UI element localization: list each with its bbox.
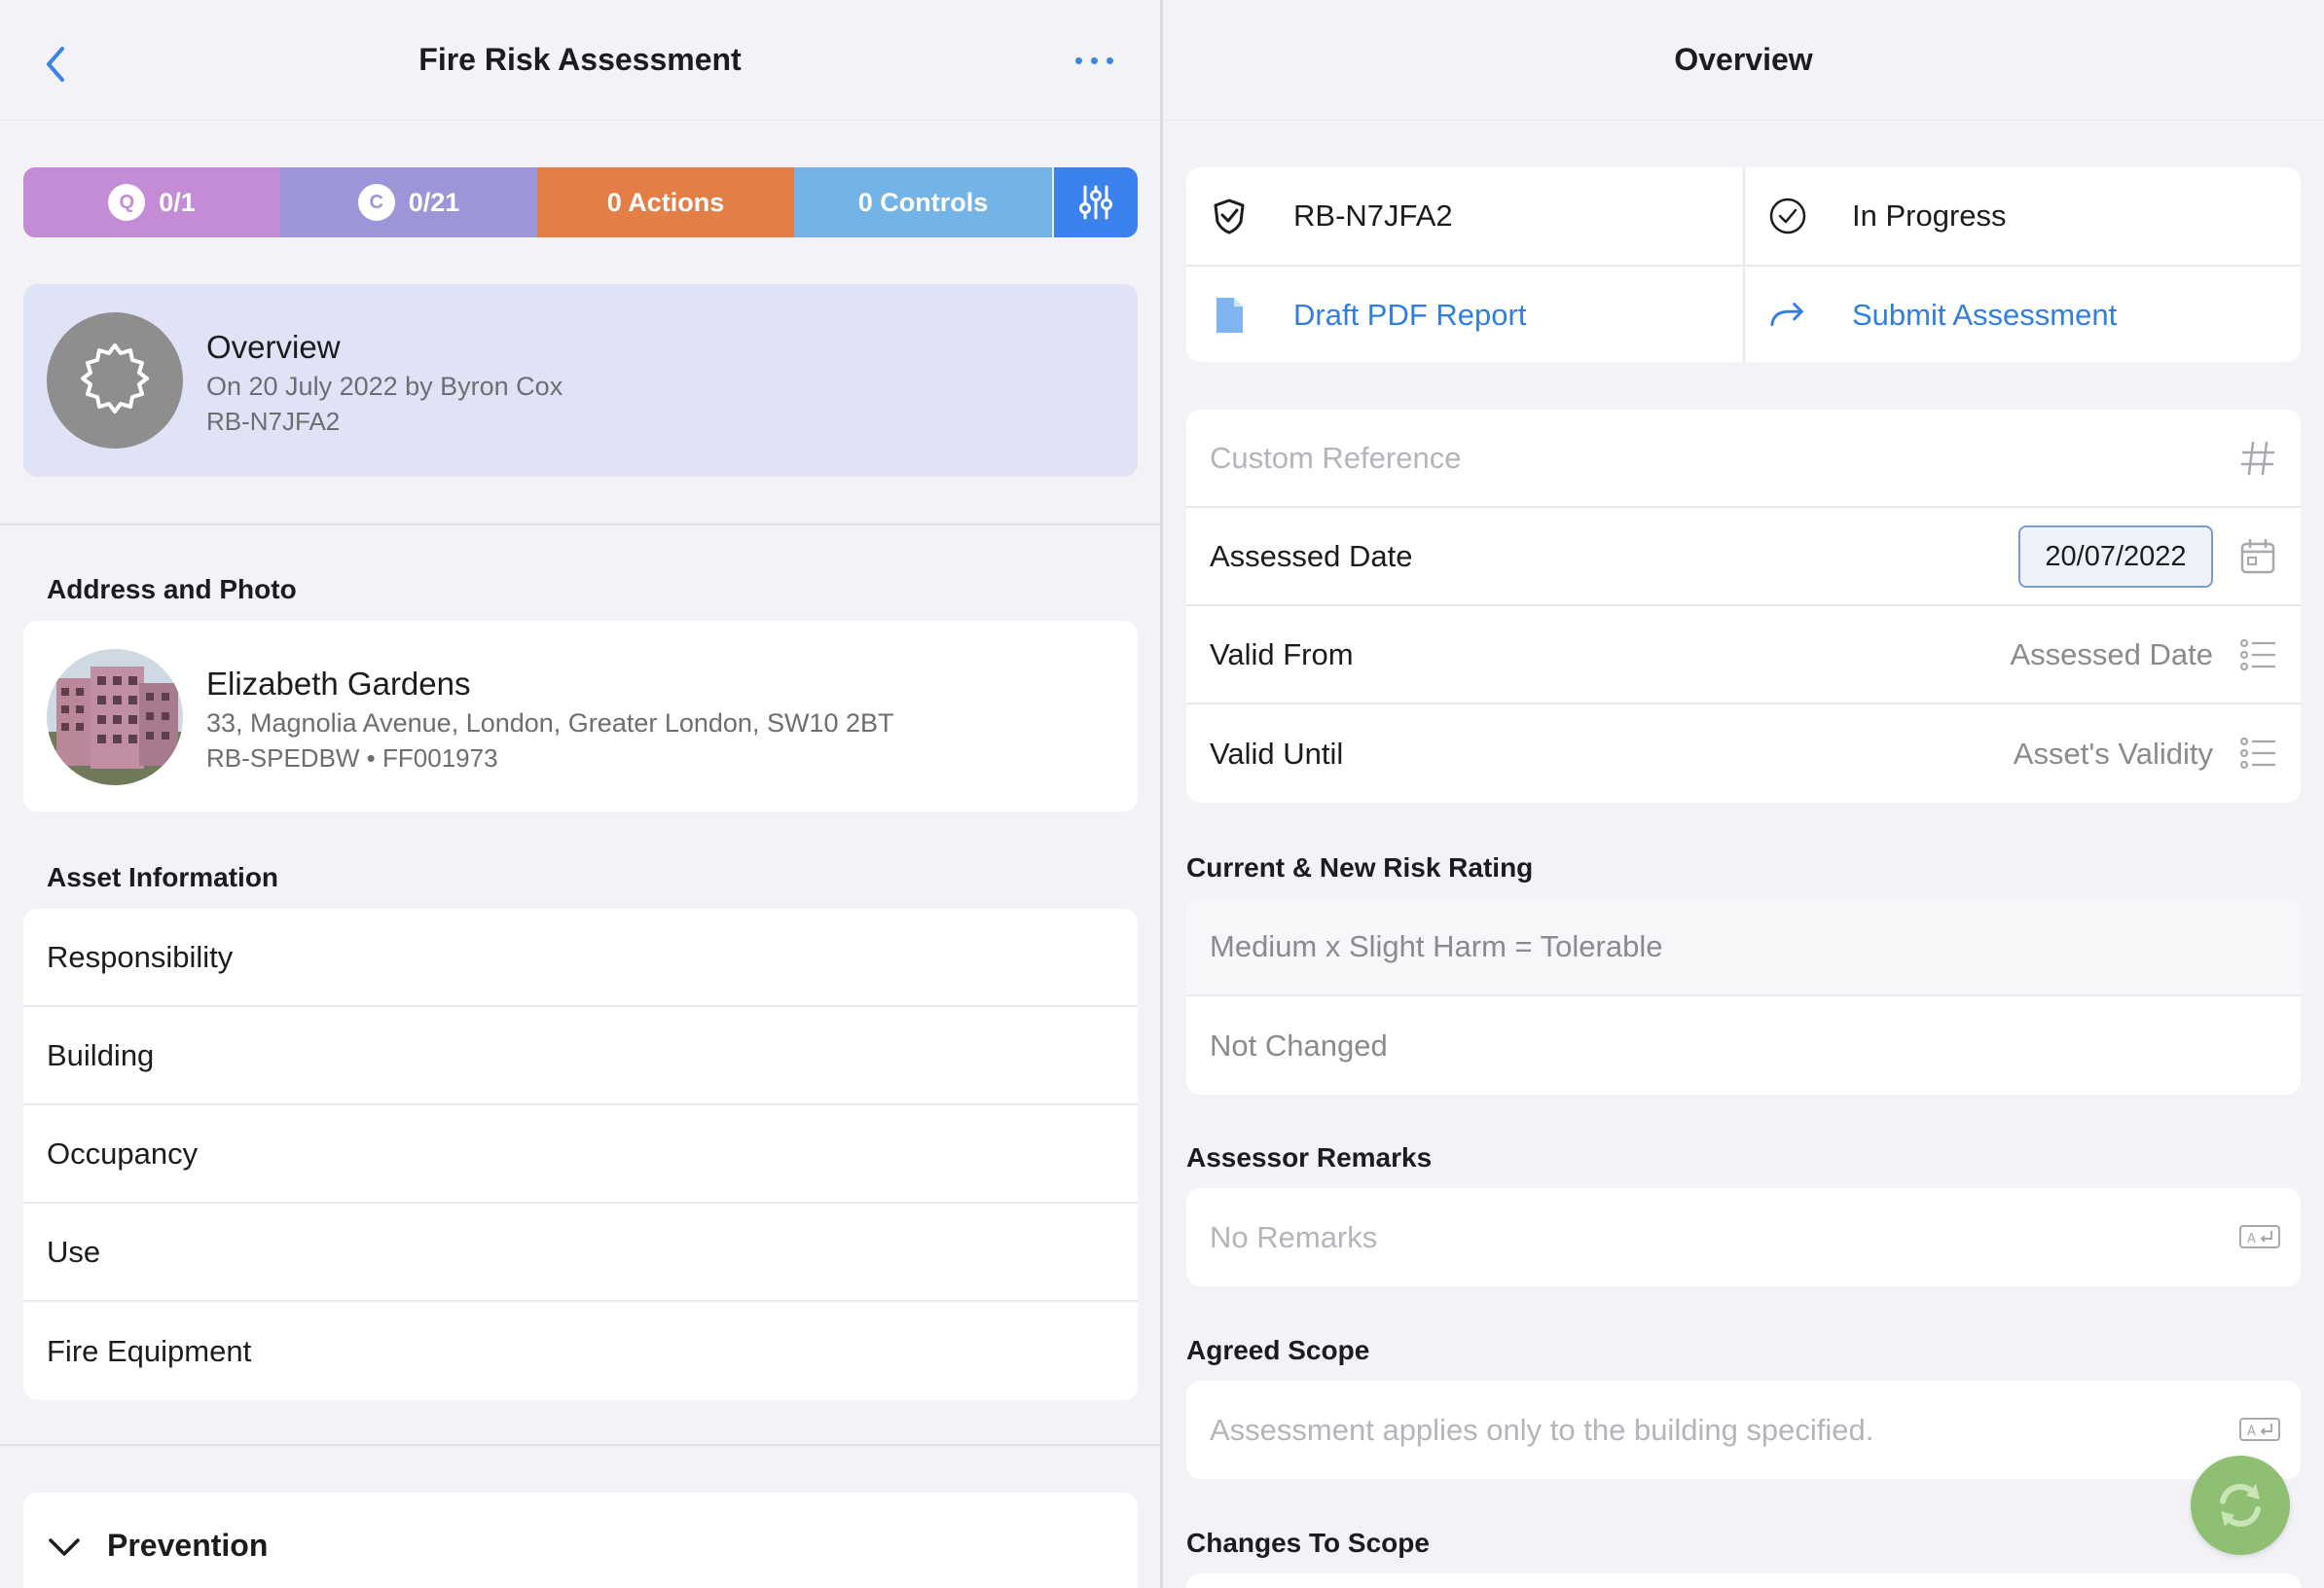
list-icon	[2238, 734, 2277, 773]
asset-info-list: Responsibility Building Occupancy Use Fi…	[23, 909, 1138, 1400]
keyboard-return-icon: A	[2238, 1217, 2280, 1256]
custom-reference-field[interactable]: Custom Reference	[1186, 410, 2301, 508]
address-line: 33, Magnolia Avenue, London, Greater Lon…	[206, 708, 894, 738]
list-item-occupancy[interactable]: Occupancy	[23, 1105, 1138, 1204]
list-icon	[2238, 635, 2277, 674]
draft-pdf-label: Draft PDF Report	[1293, 298, 1527, 332]
questions-segment[interactable]: Q 0/1	[23, 167, 280, 237]
valid-from-label: Valid From	[1210, 636, 1354, 671]
sliders-icon	[1079, 185, 1112, 220]
divider	[0, 1444, 1160, 1446]
controls-label: 0 Controls	[857, 187, 989, 217]
custom-reference-placeholder: Custom Reference	[1210, 440, 1462, 475]
valid-from-row[interactable]: Valid From Assessed Date	[1186, 606, 2301, 704]
assessed-date-row: Assessed Date 20/07/2022	[1186, 508, 2301, 606]
ellipsis-icon	[1074, 56, 1082, 64]
hash-icon	[2238, 439, 2277, 478]
submit-assessment-button[interactable]: Submit Assessment	[1745, 267, 2301, 362]
back-button[interactable]	[39, 43, 74, 86]
risk-section-label: Current & New Risk Rating	[1186, 852, 1534, 883]
check-circle-icon	[1768, 197, 1807, 235]
overview-title: Overview	[206, 329, 341, 365]
svg-text:A: A	[2247, 1232, 2256, 1246]
valid-until-row[interactable]: Valid Until Asset's Validity	[1186, 704, 2301, 803]
remarks-card: No Remarks A	[1186, 1188, 2301, 1286]
list-item-responsibility[interactable]: Responsibility	[23, 909, 1138, 1007]
address-section-label: Address and Photo	[47, 574, 297, 604]
list-item-fire-equipment[interactable]: Fire Equipment	[23, 1302, 1138, 1400]
controls-count-segment[interactable]: C 0/21	[280, 167, 537, 237]
valid-until-label: Valid Until	[1210, 736, 1344, 771]
actions-segment[interactable]: 0 Actions	[537, 167, 794, 237]
remarks-section-label: Assessor Remarks	[1186, 1142, 1433, 1173]
status-bar: Q 0/1 C 0/21 0 Actions 0 Controls	[23, 167, 1138, 237]
ref-value: RB-N7JFA2	[1293, 198, 1453, 233]
remarks-placeholder: No Remarks	[1210, 1219, 1378, 1254]
prevention-section[interactable]: Prevention	[23, 1493, 1138, 1588]
risk-new-row[interactable]: Not Changed	[1186, 996, 2301, 1095]
shield-check-icon	[1210, 197, 1249, 235]
page-title: Fire Risk Assessment	[418, 42, 742, 77]
changes-card[interactable]	[1186, 1573, 2301, 1588]
gear-icon	[81, 343, 149, 414]
overview-card[interactable]: Overview On 20 July 2022 by Byron Cox RB…	[23, 284, 1138, 477]
sync-icon	[2220, 1484, 2261, 1527]
sync-button[interactable]	[2191, 1456, 2290, 1555]
overview-ref: RB-N7JFA2	[206, 407, 341, 436]
valid-until-value: Asset's Validity	[2013, 736, 2213, 771]
prevention-label: Prevention	[107, 1528, 269, 1563]
assessed-date-picker[interactable]: 20/07/2022	[2018, 525, 2213, 588]
actions-label: 0 Actions	[606, 187, 725, 217]
filter-button[interactable]	[1052, 167, 1138, 237]
svg-text:A: A	[2247, 1425, 2256, 1439]
overview-subtitle: On 20 July 2022 by Byron Cox	[206, 372, 563, 401]
remarks-field[interactable]: No Remarks A	[1186, 1188, 2301, 1286]
assessment-info-card: RB-N7JFA2 In Progress Draft PDF Report S…	[1186, 167, 2301, 362]
chevron-left-icon	[47, 47, 64, 82]
questions-count: 0/1	[159, 187, 196, 217]
right-navbar: Overview	[1163, 0, 2324, 121]
dates-form: Custom Reference Assessed Date 20/07/202…	[1186, 410, 2301, 803]
list-item-building[interactable]: Building	[23, 1007, 1138, 1105]
assessment-ref: RB-N7JFA2	[1186, 167, 1743, 265]
assessed-date-label: Assessed Date	[1210, 538, 1413, 573]
status-badge: In Progress	[1852, 198, 2007, 233]
risk-rating-card: Medium x Slight Harm = Tolerable Not Cha…	[1186, 898, 2301, 1095]
changes-section-label: Changes To Scope	[1186, 1528, 1430, 1558]
controls-count: 0/21	[408, 187, 460, 217]
q-badge: Q	[108, 184, 146, 221]
c-badge: C	[357, 184, 395, 221]
address-ref: RB-SPEDBW • FF001973	[206, 743, 498, 773]
right-pane: Overview RB-N7JFA2 In Progress Draft PDF…	[1163, 0, 2324, 1588]
list-item-use[interactable]: Use	[23, 1204, 1138, 1302]
detail-title: Overview	[1674, 42, 1813, 77]
scope-placeholder: Assessment applies only to the building …	[1210, 1412, 1874, 1447]
draft-pdf-button[interactable]: Draft PDF Report	[1186, 267, 1743, 362]
calendar-icon[interactable]	[2238, 537, 2277, 576]
left-pane: Fire Risk Assessment Q 0/1 C 0/21 0 Acti…	[0, 0, 1160, 1588]
submit-label: Submit Assessment	[1852, 298, 2118, 332]
chevron-down-icon	[49, 1538, 80, 1556]
controls-segment[interactable]: 0 Controls	[794, 167, 1052, 237]
address-card[interactable]: Elizabeth Gardens 33, Magnolia Avenue, L…	[23, 621, 1138, 812]
divider	[0, 523, 1160, 525]
document-icon	[1210, 296, 1249, 335]
risk-current-row[interactable]: Medium x Slight Harm = Tolerable	[1186, 898, 2301, 996]
building-photo	[47, 649, 183, 785]
scope-card: Assessment applies only to the building …	[1186, 1381, 2301, 1479]
scope-field[interactable]: Assessment applies only to the building …	[1186, 1381, 2301, 1479]
share-arrow-icon	[1768, 296, 1807, 335]
asset-section-label: Asset Information	[47, 862, 279, 892]
scope-section-label: Agreed Scope	[1186, 1335, 1370, 1365]
overview-avatar	[47, 312, 183, 449]
more-button[interactable]	[1063, 49, 1125, 72]
status-cell: In Progress	[1745, 167, 2301, 265]
valid-from-value: Assessed Date	[2010, 636, 2214, 671]
address-title: Elizabeth Gardens	[206, 666, 471, 702]
keyboard-return-icon: A	[2238, 1410, 2280, 1449]
left-navbar: Fire Risk Assessment	[0, 0, 1160, 121]
